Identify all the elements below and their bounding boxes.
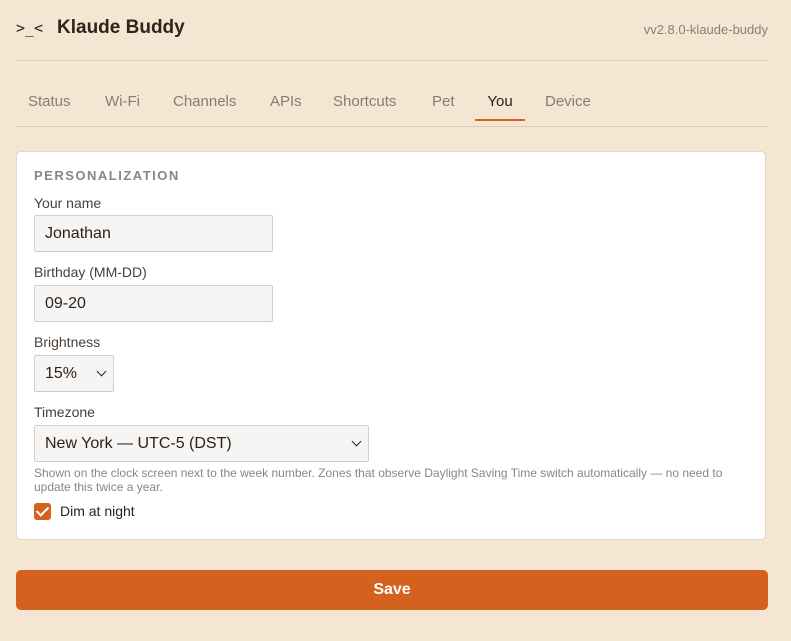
timezone-value: New York — UTC-5 (DST) [45, 435, 232, 452]
section-title: PERSONALIZATION [34, 168, 180, 183]
brightness-select[interactable]: 15% [34, 355, 114, 392]
save-button[interactable]: Save [16, 570, 768, 610]
tab-wifi[interactable]: Wi-Fi [105, 80, 140, 120]
terminal-logo-icon: >_< [16, 19, 44, 37]
chevron-down-icon [96, 366, 107, 377]
timezone-help-text: Shown on the clock screen next to the we… [34, 466, 723, 494]
dim-at-night-label[interactable]: Dim at night [60, 503, 135, 519]
name-input[interactable] [34, 215, 273, 252]
birthday-input[interactable] [34, 285, 273, 322]
version-label: vv2.8.0-klaude-buddy [643, 22, 768, 37]
dim-at-night-checkbox[interactable] [34, 503, 51, 520]
tab-channels[interactable]: Channels [173, 80, 236, 120]
tab-apis[interactable]: APIs [270, 80, 302, 120]
timezone-select[interactable]: New York — UTC-5 (DST) [34, 425, 369, 462]
tab-status[interactable]: Status [28, 80, 71, 120]
timezone-label: Timezone [34, 404, 95, 420]
tab-pet[interactable]: Pet [432, 80, 455, 120]
chevron-down-icon [351, 436, 362, 447]
personalization-card: PERSONALIZATION Your name Birthday (MM-D… [16, 151, 766, 540]
app-header: >_< Klaude Buddy vv2.8.0-klaude-buddy [16, 0, 768, 61]
app-title: Klaude Buddy [57, 17, 185, 38]
brightness-label: Brightness [34, 334, 101, 350]
tab-device[interactable]: Device [545, 80, 591, 120]
tab-bar: Status Wi-Fi Channels APIs Shortcuts Pet… [16, 80, 768, 127]
brightness-value: 15% [45, 365, 78, 382]
tab-shortcuts[interactable]: Shortcuts [333, 80, 396, 120]
name-label: Your name [34, 195, 102, 211]
tab-you[interactable]: You [475, 80, 525, 121]
birthday-label: Birthday (MM-DD) [34, 264, 147, 280]
